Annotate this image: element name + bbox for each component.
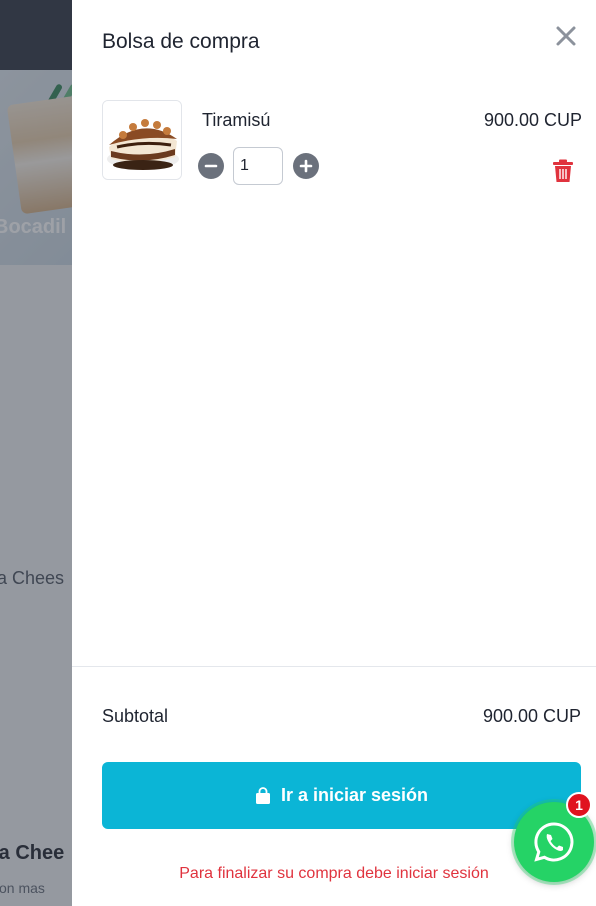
notification-badge: 1 xyxy=(566,792,592,818)
increase-quantity-button[interactable] xyxy=(293,153,319,179)
divider xyxy=(72,666,596,667)
trash-icon xyxy=(553,159,573,182)
plus-icon xyxy=(299,159,313,173)
login-button[interactable]: Ir a iniciar sesión xyxy=(102,762,581,829)
item-image xyxy=(102,100,182,180)
decrease-quantity-button[interactable] xyxy=(198,153,224,179)
remove-item-button[interactable] xyxy=(552,159,574,183)
drawer-title: Bolsa de compra xyxy=(102,30,260,53)
quantity-input[interactable] xyxy=(233,147,283,185)
minus-icon xyxy=(204,164,218,168)
whatsapp-icon xyxy=(534,822,574,862)
subtotal-label: Subtotal xyxy=(102,706,169,726)
subtotal-value: 900.00 CUP xyxy=(482,706,581,726)
cake-image xyxy=(103,101,181,179)
login-button-label: Ir a iniciar sesión xyxy=(280,785,429,805)
cart-drawer: Bolsa de compra Tiramisú 900.00 CUP 1 Su… xyxy=(72,0,596,906)
item-name: Tiramisú xyxy=(202,110,271,130)
item-price: 900.00 CUP xyxy=(483,110,582,130)
close-button[interactable] xyxy=(552,22,580,50)
close-icon xyxy=(556,26,576,46)
shopping-bag-icon xyxy=(255,786,270,804)
login-required-message: Para finalizar su compra debe iniciar se… xyxy=(179,865,489,882)
cart-item: Tiramisú 900.00 CUP xyxy=(102,100,582,190)
